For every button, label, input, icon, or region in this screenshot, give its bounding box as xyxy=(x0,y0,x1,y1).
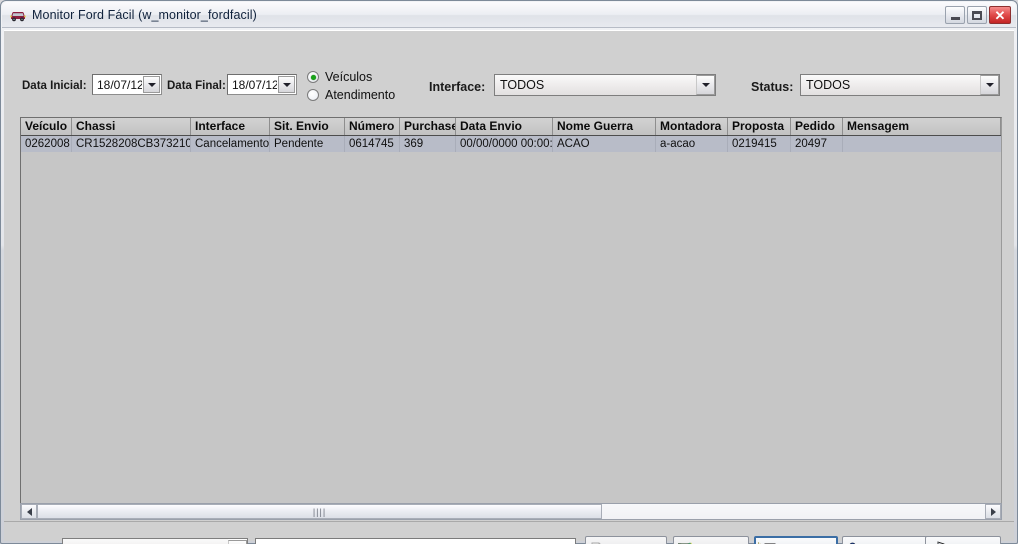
table-cell: 0614745 xyxy=(345,136,400,152)
salvar-button[interactable]: Salvar xyxy=(673,536,749,544)
chevron-down-icon[interactable] xyxy=(143,76,160,93)
status-dropdown[interactable]: TODOS xyxy=(800,74,1000,96)
status-value: TODOS xyxy=(801,75,980,95)
montadora-button[interactable]: Montadora xyxy=(842,536,932,544)
window-frame: Monitor Ford Fácil (w_monitor_fordfacil)… xyxy=(0,0,1018,544)
data-final-field[interactable]: 18/07/12 xyxy=(227,74,297,95)
radio-atendimento[interactable]: Atendimento xyxy=(307,87,395,103)
status-label: Status: xyxy=(751,80,794,94)
maximize-button[interactable] xyxy=(967,6,987,24)
table-cell: CR1528208CB373210 xyxy=(72,136,191,152)
grid-column-header[interactable]: Chassi xyxy=(72,118,191,135)
grid-column-header[interactable]: Interface xyxy=(191,118,270,135)
bottom-toolbar: Filtro: Chassi xyxy=(4,525,1014,544)
table-cell: ACAO xyxy=(553,136,656,152)
chevron-down-icon[interactable] xyxy=(980,75,999,95)
scrollbar-track[interactable]: |||| xyxy=(37,504,985,519)
grid-horizontal-scrollbar[interactable]: |||| xyxy=(20,503,1002,520)
grid-body[interactable]: 0262008 CR1528208CB373210 Cancelamento Pend… xyxy=(21,136,1001,152)
scrollbar-grip: |||| xyxy=(312,506,327,517)
filter-bar: Data Inicial: 18/07/12 Data Final: 18/07… xyxy=(4,31,1014,102)
sair-button[interactable]: Sair xyxy=(925,536,1001,544)
data-inicial-field[interactable]: 18/07/12 xyxy=(92,74,162,95)
radio-unselected-icon xyxy=(307,89,319,101)
client-area: Data Inicial: 18/07/12 Data Final: 18/07… xyxy=(4,30,1014,544)
scroll-left-arrow-icon[interactable] xyxy=(21,504,37,519)
title-bar: Monitor Ford Fácil (w_monitor_fordfacil)… xyxy=(2,2,1016,28)
interface-value: TODOS xyxy=(495,75,696,95)
chevron-down-icon[interactable] xyxy=(278,76,295,93)
minimize-button[interactable] xyxy=(945,6,965,24)
table-cell xyxy=(843,136,1001,152)
table-cell: Pendente xyxy=(270,136,345,152)
table-cell: 00/00/0000 00:00: xyxy=(456,136,553,152)
search-input[interactable] xyxy=(255,538,576,544)
window-title: Monitor Ford Fácil (w_monitor_fordfacil) xyxy=(32,8,257,22)
grid-column-header[interactable]: Número xyxy=(345,118,400,135)
grid-column-header[interactable]: Data Envio xyxy=(456,118,553,135)
filtro-value: Chassi xyxy=(63,539,228,544)
interface-label: Interface: xyxy=(429,80,486,94)
filtro-dropdown[interactable]: Chassi xyxy=(62,538,248,544)
scrollbar-thumb[interactable]: |||| xyxy=(37,504,602,519)
table-cell: Cancelamento xyxy=(191,136,270,152)
data-final-value: 18/07/12 xyxy=(232,77,277,92)
application-window: Monitor Ford Fácil (w_monitor_fordfacil)… xyxy=(0,0,1018,544)
close-button[interactable]: ✕ xyxy=(989,6,1011,24)
data-inicial-label: Data Inicial: xyxy=(22,80,87,92)
car-icon xyxy=(9,6,27,24)
det-erro-button[interactable]: Det. Erro xyxy=(585,536,667,544)
scroll-right-arrow-icon[interactable] xyxy=(985,504,1001,519)
table-cell: 20497 xyxy=(791,136,843,152)
table-row[interactable]: 0262008 CR1528208CB373210 Cancelamento Pend… xyxy=(21,136,1001,152)
alterar-button[interactable]: Alterar xyxy=(754,536,838,544)
grid-column-header[interactable]: Veículo xyxy=(21,118,72,135)
radio-atendimento-label: Atendimento xyxy=(325,88,396,102)
interface-dropdown[interactable]: TODOS xyxy=(494,74,716,96)
radio-veiculos-label: Veículos xyxy=(325,70,373,84)
grid-column-header[interactable]: Proposta xyxy=(728,118,791,135)
window-controls: ✕ xyxy=(945,6,1011,24)
radio-veiculos[interactable]: Veículos xyxy=(307,69,395,85)
data-inicial-value: 18/07/12 xyxy=(97,77,142,92)
grid-column-header[interactable]: Mensagem xyxy=(843,118,1001,135)
data-final-label: Data Final: xyxy=(167,80,226,92)
chevron-down-icon[interactable] xyxy=(228,539,247,544)
chevron-down-icon[interactable] xyxy=(696,75,715,95)
grid-column-header[interactable]: Nome Guerra xyxy=(553,118,656,135)
radio-selected-icon xyxy=(307,71,319,83)
table-cell: 0219415 xyxy=(728,136,791,152)
bottom-separator xyxy=(4,521,1014,522)
grid-column-header[interactable]: Sit. Envio xyxy=(270,118,345,135)
table-cell: a-acao xyxy=(656,136,728,152)
grid-header-row: Veículo Chassi Interface Sit. Envio Número Pu… xyxy=(21,118,1001,136)
grid-column-header[interactable]: Purchase xyxy=(400,118,456,135)
table-cell: 0262008 xyxy=(21,136,72,152)
grid-column-header[interactable]: Montadora xyxy=(656,118,728,135)
table-cell: 369 xyxy=(400,136,456,152)
data-grid[interactable]: Veículo Chassi Interface Sit. Envio Número Pu… xyxy=(20,117,1002,517)
tipo-radio-group: Veículos Atendimento xyxy=(307,69,395,105)
grid-column-header[interactable]: Pedido xyxy=(791,118,843,135)
